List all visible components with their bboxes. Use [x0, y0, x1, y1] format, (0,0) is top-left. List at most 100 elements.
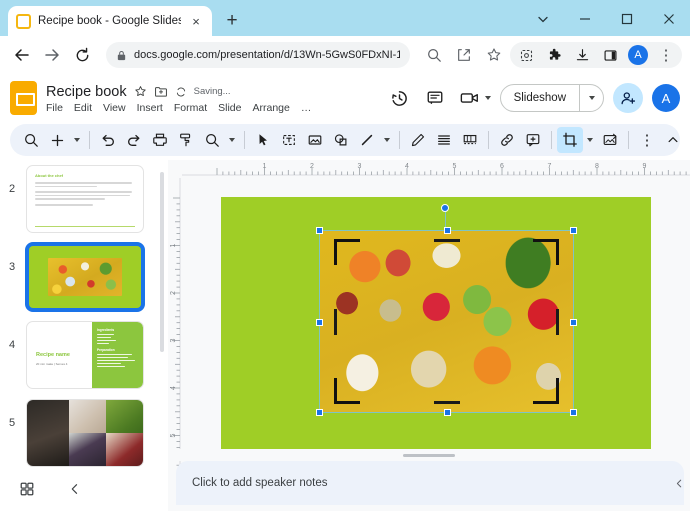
- more-options-icon[interactable]: ⋮: [634, 127, 660, 153]
- menu-edit[interactable]: Edit: [74, 102, 92, 114]
- search-icon[interactable]: [18, 127, 44, 153]
- menu-view[interactable]: View: [103, 102, 126, 114]
- close-window-icon[interactable]: [648, 2, 690, 36]
- menu-slide[interactable]: Slide: [218, 102, 241, 114]
- slide-thumbnail-selected[interactable]: [26, 243, 144, 311]
- crop-dropdown-icon[interactable]: [583, 127, 597, 153]
- slide-thumbnail[interactable]: About the chef: [26, 165, 144, 233]
- comment-icon[interactable]: [422, 85, 448, 111]
- version-history-icon[interactable]: [387, 85, 413, 111]
- thumb-body-para: [35, 182, 135, 188]
- close-tab-icon[interactable]: ×: [188, 15, 204, 28]
- toolbar-separator: [551, 131, 552, 149]
- collapse-toolbar-icon[interactable]: [660, 127, 686, 153]
- resize-handle-s[interactable]: [444, 409, 451, 416]
- collapse-notes-icon[interactable]: [671, 461, 687, 505]
- menu-format[interactable]: Format: [174, 102, 207, 114]
- download-icon[interactable]: [568, 41, 596, 69]
- collapse-filmstrip-icon[interactable]: [62, 476, 88, 502]
- new-slide-dropdown-icon[interactable]: [70, 127, 84, 153]
- resize-handle-nw[interactable]: [316, 227, 323, 234]
- thumb-photo: [27, 400, 70, 466]
- menu-insert[interactable]: Insert: [137, 102, 163, 114]
- move-to-folder-icon[interactable]: [154, 85, 168, 98]
- redo-icon[interactable]: [121, 127, 147, 153]
- filmstrip-footer: [0, 467, 168, 511]
- mask-image-icon[interactable]: [597, 127, 623, 153]
- line-dropdown-icon[interactable]: [380, 127, 394, 153]
- undo-icon[interactable]: [95, 127, 121, 153]
- pen-icon[interactable]: [405, 127, 431, 153]
- side-panel-icon[interactable]: [596, 41, 624, 69]
- filmstrip-scrollbar[interactable]: [160, 172, 164, 352]
- shape-icon[interactable]: [328, 127, 354, 153]
- account-avatar[interactable]: A: [652, 84, 680, 112]
- menu-arrange[interactable]: Arrange: [252, 102, 289, 114]
- capture-icon[interactable]: [512, 41, 540, 69]
- resize-handle-e[interactable]: [570, 319, 577, 326]
- star-icon[interactable]: [134, 85, 147, 98]
- browser-tab[interactable]: Recipe book - Google Slides ×: [8, 6, 212, 36]
- browser-menu-icon[interactable]: ⋮: [652, 41, 680, 69]
- vertical-ruler[interactable]: 1 2 3 4 5: [168, 178, 182, 468]
- transition-icon[interactable]: [457, 127, 483, 153]
- print-icon[interactable]: [147, 127, 173, 153]
- insert-link-icon[interactable]: [494, 127, 520, 153]
- menu-file[interactable]: File: [46, 102, 63, 114]
- slide-thumbnail[interactable]: [26, 399, 144, 467]
- slide-canvas[interactable]: [221, 197, 651, 449]
- notes-drag-handle[interactable]: [168, 449, 690, 461]
- forward-icon[interactable]: [38, 41, 66, 69]
- address-bar[interactable]: docs.google.com/presentation/d/13Wn-5GwS…: [106, 42, 410, 68]
- reload-icon[interactable]: [68, 41, 96, 69]
- rotation-handle[interactable]: [441, 204, 449, 212]
- menu-more[interactable]: …: [301, 102, 312, 114]
- resize-handle-n[interactable]: [444, 227, 451, 234]
- bookmark-star-icon[interactable]: [480, 41, 508, 69]
- extensions-puzzle-icon[interactable]: [540, 41, 568, 69]
- resize-handle-se[interactable]: [570, 409, 577, 416]
- svg-text:5: 5: [170, 433, 177, 437]
- add-comment-icon[interactable]: [520, 127, 546, 153]
- resize-handle-sw[interactable]: [316, 409, 323, 416]
- maximize-icon[interactable]: [606, 2, 648, 36]
- horizontal-ruler[interactable]: 1 2 3 4 5 6 7 8 9: [182, 160, 690, 178]
- select-cursor-icon[interactable]: [250, 127, 276, 153]
- zoom-dropdown-icon[interactable]: [225, 127, 239, 153]
- slideshow-dropdown-icon[interactable]: [579, 85, 603, 111]
- text-align-icon[interactable]: [431, 127, 457, 153]
- slide-filmstrip[interactable]: 2 About the chef 3 4 Recipe name 20 min …: [0, 160, 168, 467]
- grid-view-icon[interactable]: [14, 476, 40, 502]
- resize-handle-ne[interactable]: [570, 227, 577, 234]
- new-tab-button[interactable]: +: [218, 7, 246, 35]
- line-icon[interactable]: [354, 127, 380, 153]
- thumb-panel-heading: Preparation: [96, 347, 115, 352]
- zoom-icon[interactable]: [199, 127, 225, 153]
- speaker-notes-pane[interactable]: Click to add speaker notes: [176, 461, 684, 505]
- profile-avatar[interactable]: A: [624, 41, 652, 69]
- share-icon[interactable]: [450, 41, 478, 69]
- share-button[interactable]: [613, 83, 643, 113]
- crop-image-icon[interactable]: [557, 127, 583, 153]
- insert-image-icon[interactable]: [302, 127, 328, 153]
- filmstrip-slide-5[interactable]: 5: [0, 394, 168, 467]
- search-icon[interactable]: [420, 41, 448, 69]
- text-box-icon[interactable]: [276, 127, 302, 153]
- thumb-heading: About the chef: [35, 173, 63, 178]
- minimize-icon[interactable]: [564, 2, 606, 36]
- slideshow-button[interactable]: Slideshow: [499, 84, 604, 112]
- paint-format-icon[interactable]: [173, 127, 199, 153]
- tab-search-icon[interactable]: [522, 2, 564, 36]
- filmstrip-slide-2[interactable]: 2 About the chef: [0, 160, 168, 238]
- document-title[interactable]: Recipe book: [46, 84, 127, 100]
- canvas-area[interactable]: [182, 178, 690, 468]
- toolbar-separator: [399, 131, 400, 149]
- svg-text:4: 4: [170, 386, 177, 390]
- resize-handle-w[interactable]: [316, 319, 323, 326]
- back-icon[interactable]: [8, 41, 36, 69]
- meet-button[interactable]: [457, 85, 491, 111]
- filmstrip-slide-4[interactable]: 4 Recipe name 20 min make | Serves 4 Ing…: [0, 316, 168, 394]
- new-slide-icon[interactable]: [44, 127, 70, 153]
- filmstrip-slide-3[interactable]: 3: [0, 238, 168, 316]
- slide-thumbnail[interactable]: Recipe name 20 min make | Serves 4 Ingre…: [26, 321, 144, 389]
